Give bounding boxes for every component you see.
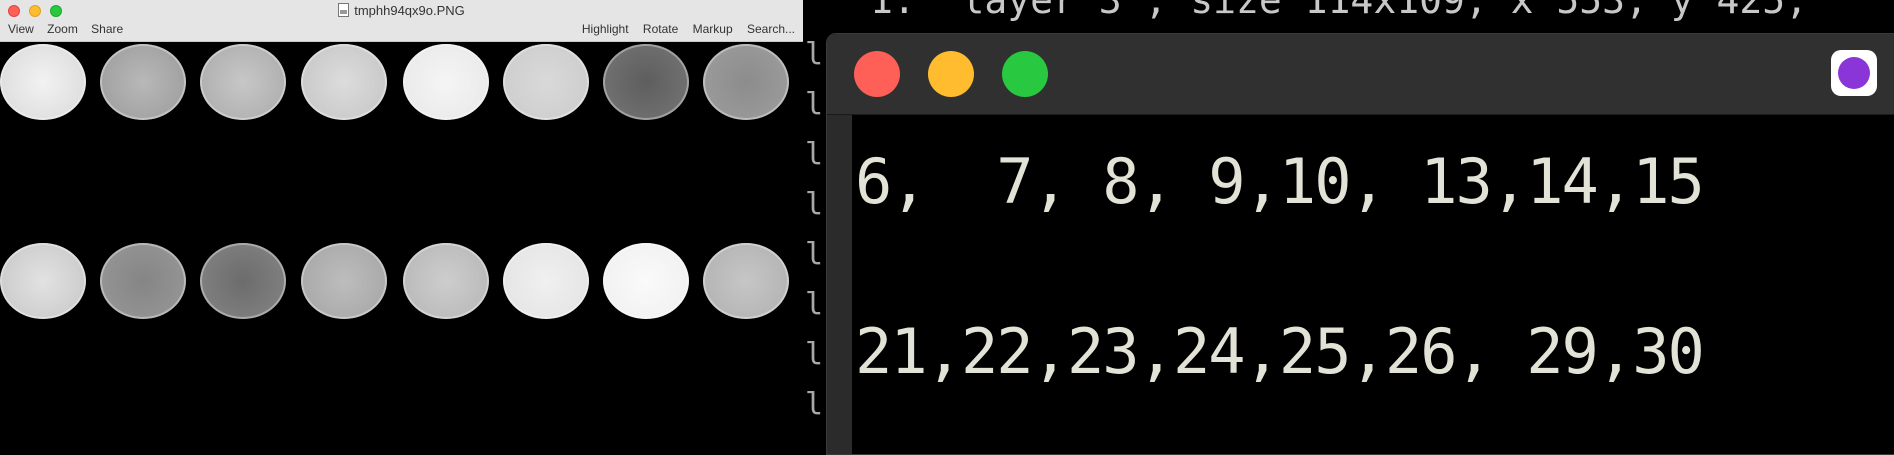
dish-image: [703, 44, 789, 120]
document-icon: [338, 3, 350, 17]
rotate-button[interactable]: Rotate: [643, 22, 678, 36]
search-field[interactable]: Search...: [747, 22, 795, 36]
terminal-gutter: [827, 115, 852, 454]
markup-button[interactable]: Markup: [693, 22, 733, 36]
dish-image: [603, 44, 689, 120]
terminal-line: 21,22,23,24,25,26, 29,30: [855, 315, 1705, 388]
share-button[interactable]: Share: [91, 22, 123, 36]
dish-image: [603, 243, 689, 319]
terminal-line: 6, 7, 8, 9,10, 13,14,15: [855, 145, 1705, 218]
terminal-titlebar: [827, 34, 1894, 115]
dish-image: [100, 44, 186, 120]
dish-image: [0, 243, 86, 319]
background-terminal-text: 1. layer 3 , size 114x109, x 553, y 425,: [870, 0, 1808, 22]
dish-image: [703, 243, 789, 319]
window-title: tmphh94qx9o.PNG: [0, 2, 803, 20]
dish-image: [503, 243, 589, 319]
terminal-window: 6, 7, 8, 9,10, 13,14,15 21,22,23,24,25,2…: [826, 33, 1894, 455]
terminal-zoom-button[interactable]: [1002, 51, 1048, 97]
highlight-button[interactable]: Highlight: [582, 22, 629, 36]
preview-titlebar: tmphh94qx9o.PNG View Zoom Share Highligh…: [0, 0, 803, 42]
zoom-menu-button[interactable]: Zoom: [47, 22, 78, 36]
view-button[interactable]: View: [8, 22, 34, 36]
dish-image: [403, 243, 489, 319]
dish-image: [301, 44, 387, 120]
dish-image: [100, 243, 186, 319]
background-text-fragment: l: [805, 37, 824, 72]
dish-image: [503, 44, 589, 120]
terminal-close-button[interactable]: [854, 51, 900, 97]
toolbar-right: Highlight Rotate Markup Search...: [571, 21, 795, 37]
background-text-fragment: l: [805, 237, 824, 272]
background-text-fragment: l: [805, 187, 824, 222]
background-text-fragment: l: [805, 287, 824, 322]
background-text-fragment: l: [805, 137, 824, 172]
terminal-content[interactable]: 6, 7, 8, 9,10, 13,14,15 21,22,23,24,25,2…: [827, 115, 1894, 454]
dish-image: [200, 243, 286, 319]
dish-image: [403, 44, 489, 120]
dish-image: [301, 243, 387, 319]
terminal-minimize-button[interactable]: [928, 51, 974, 97]
background-text-fragment: l: [805, 337, 824, 372]
background-text-fragment: l: [805, 87, 824, 122]
dish-image: [0, 44, 86, 120]
background-text-fragment: l: [805, 387, 824, 422]
toolbar-left: View Zoom Share: [8, 21, 133, 37]
preview-window: tmphh94qx9o.PNG View Zoom Share Highligh…: [0, 0, 803, 436]
dish-image: [200, 44, 286, 120]
app-icon: [1831, 50, 1877, 96]
